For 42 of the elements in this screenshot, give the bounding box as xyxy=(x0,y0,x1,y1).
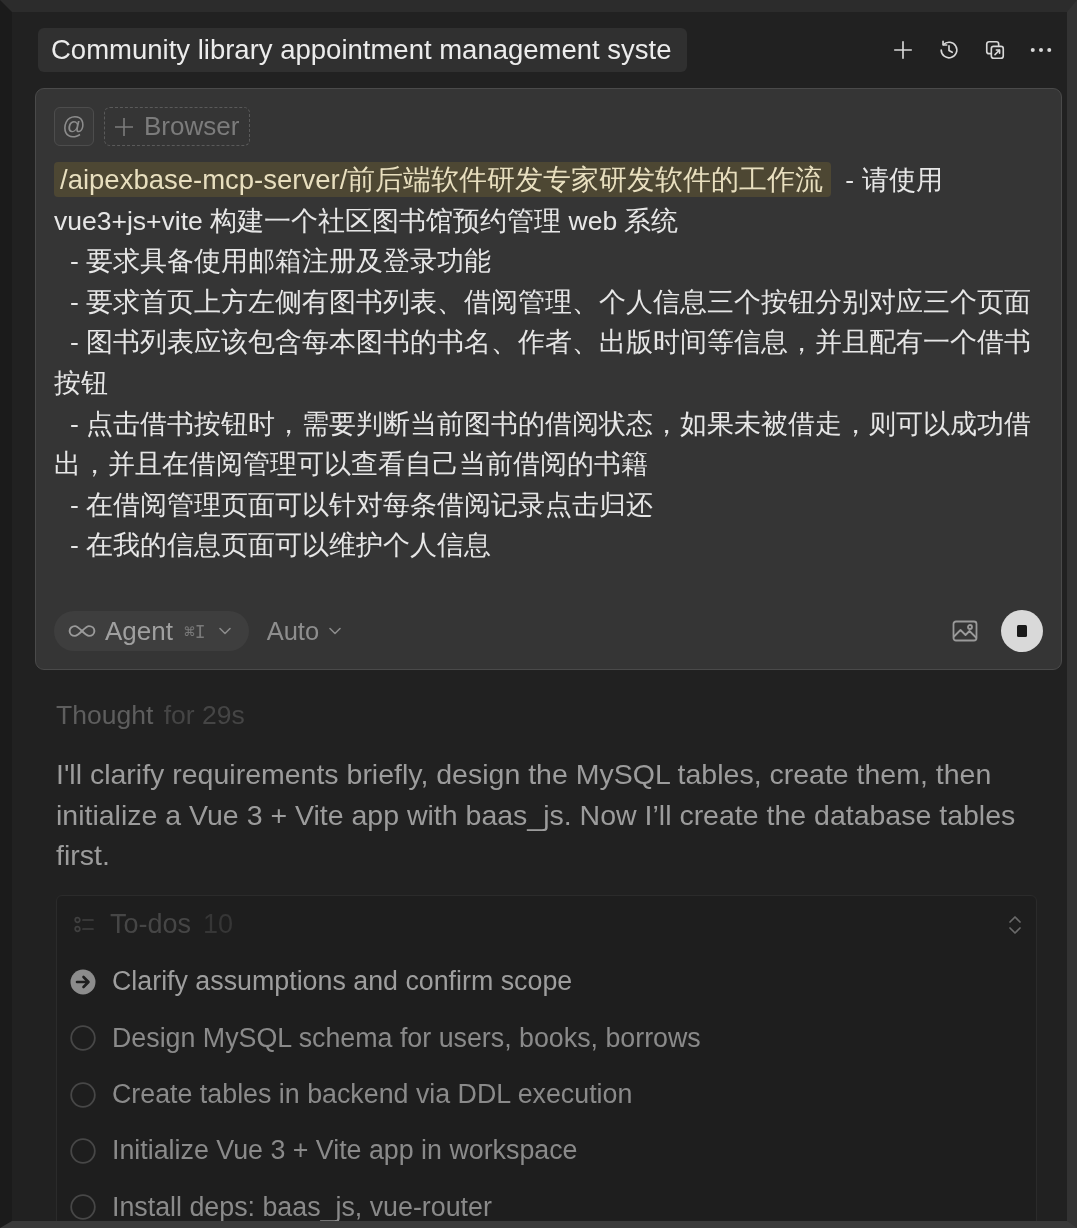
prompt-text: - 要求首页上方左侧有图书列表、借阅管理、个人信息三个按钮分别对应三个页面 xyxy=(69,285,1033,319)
prompt-text: vue3+js+vite 构建一个社区图书馆预约管理 web 系统 xyxy=(54,204,680,238)
todo-item: Clarify assumptions and confirm scope xyxy=(112,966,573,998)
todo-item: Design MySQL schema for users, books, borrows xyxy=(112,1022,701,1054)
todo-item: Install deps: baas_js, vue-router xyxy=(112,1191,492,1221)
todo-item: Initialize Vue 3 + Vite app in workspace xyxy=(112,1135,578,1167)
prompt-text: - 在我的信息页面可以维护个人信息 xyxy=(69,529,493,563)
mention-chip[interactable]: /aipexbase-mcp-server/前后端软件研发专家研发软件的工作流 xyxy=(54,162,832,197)
model-label: Auto xyxy=(266,616,320,646)
stop-icon xyxy=(1017,625,1027,637)
prompt-composer[interactable] xyxy=(35,88,1062,670)
chevron-down-icon xyxy=(218,627,231,635)
empty-circle-icon xyxy=(70,1081,96,1108)
mode-label: Agent xyxy=(105,615,173,647)
browser-button[interactable]: Browser xyxy=(104,107,251,146)
model-dropdown[interactable]: Auto xyxy=(256,611,352,651)
assistant-message: I'll clarify requirements briefly, design the MySQL tables, create them, then initialize a Vue 3 + Vite app with baas_js. Now I’ll create the database tables first. xyxy=(55,757,1017,874)
plus-icon xyxy=(114,116,134,137)
history-icon[interactable] xyxy=(938,39,960,61)
prompt-text: - 请使用 xyxy=(845,165,943,195)
chevron-down-icon xyxy=(329,627,342,635)
prompt-text: - 在借阅管理页面可以针对每条借阅记录点击归还 xyxy=(69,488,655,522)
prompt-text: - 图书列表应该包含每本图书的书名、作者、出版时间等信息，并且配有一个借书按钮 xyxy=(54,326,1033,400)
chat-title-tab[interactable]: Community library appointment management syste xyxy=(38,28,687,72)
checklist-icon xyxy=(74,915,94,934)
prompt-text: - 要求具备使用邮箱注册及登录功能 xyxy=(69,245,493,279)
todo-item: Create tables in backend via DDL execution xyxy=(112,1079,633,1110)
stop-button[interactable] xyxy=(1001,610,1043,652)
shortcut-hint: ⌘I xyxy=(183,620,206,642)
image-icon[interactable] xyxy=(952,620,978,642)
prompt-text: - 点击借书按钮时，需要判断当前图书的借阅状态，如果未被借走，则可以成功借出，并且在借阅管理可以查看自己当前借阅的书籍 xyxy=(54,407,1033,482)
empty-circle-icon xyxy=(70,1137,96,1164)
arrow-circle-icon xyxy=(70,968,96,995)
mention-button[interactable]: @ xyxy=(54,107,94,146)
more-icon[interactable] xyxy=(1030,47,1052,53)
infinity-icon xyxy=(68,624,96,638)
empty-circle-icon xyxy=(70,1194,96,1221)
mode-dropdown[interactable]: Agent ⌘I xyxy=(54,611,249,651)
plus-icon[interactable] xyxy=(892,39,914,61)
copy-out-icon[interactable] xyxy=(984,39,1006,61)
thought-label[interactable]: Thought xyxy=(56,700,154,730)
empty-circle-icon xyxy=(70,1025,96,1052)
